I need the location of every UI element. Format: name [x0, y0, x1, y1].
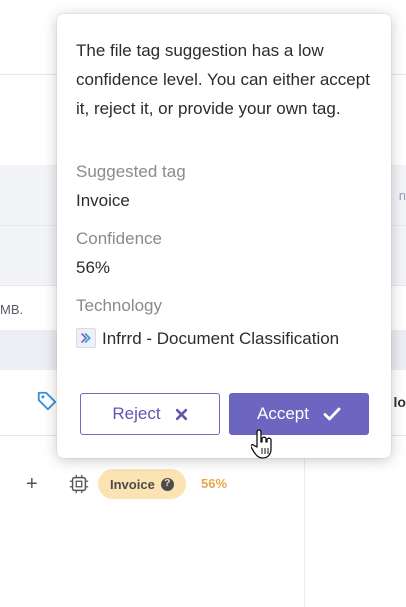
close-icon [175, 408, 187, 420]
tag-badge-invoice[interactable]: Invoice ? [98, 469, 186, 499]
accept-button[interactable]: Accept [229, 393, 369, 435]
technology-label: Technology [76, 296, 163, 315]
header-fragment: n [398, 188, 406, 203]
confidence-value: 56% [76, 258, 111, 277]
reject-button-label: Reject [112, 404, 161, 423]
add-row-button[interactable]: + [26, 474, 38, 494]
checkmark-icon [323, 407, 341, 421]
tag-confidence: 56% [201, 476, 228, 491]
hand-cursor-icon [251, 429, 272, 459]
popover-message: The file tag suggestion has a low confid… [76, 41, 370, 118]
column-header-size: MB. [0, 302, 24, 317]
low-confidence-popover: The file tag suggestion has a low confid… [57, 14, 391, 458]
reject-button[interactable]: Reject [80, 393, 220, 435]
suggested-tag-value: Invoice [76, 191, 130, 210]
confidence-label: Confidence [76, 229, 163, 248]
accept-button-label: Accept [257, 404, 309, 423]
technology-value: Infrrd - Document Classification [102, 329, 340, 348]
technology-value-row: Infrrd - Document Classification [76, 324, 376, 353]
column-header-fragment: lo [393, 394, 406, 410]
tag-badge-label: Invoice [110, 476, 155, 492]
help-icon[interactable]: ? [160, 477, 174, 491]
infrrd-logo-icon [76, 328, 96, 348]
suggested-tag-label: Suggested tag [76, 162, 186, 181]
tag-icon [37, 391, 57, 411]
processor-chip-icon [69, 474, 89, 494]
